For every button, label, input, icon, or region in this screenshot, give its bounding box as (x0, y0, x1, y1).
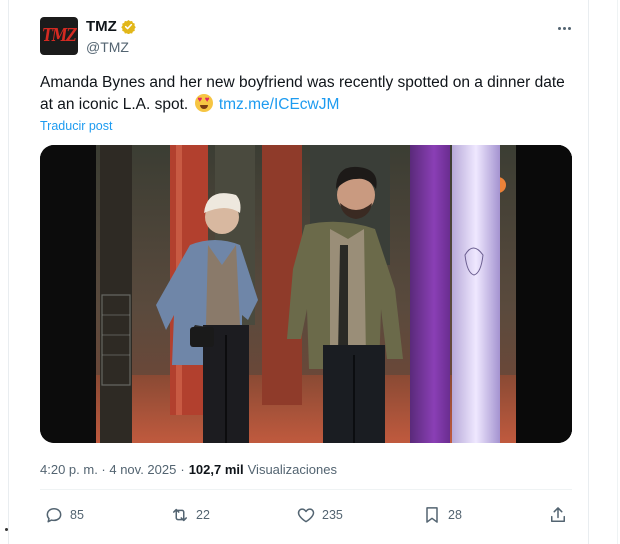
repost-button[interactable]: 22 (170, 505, 210, 525)
divider (40, 489, 572, 490)
repost-icon (173, 508, 187, 522)
handle[interactable]: @TMZ (86, 39, 129, 55)
more-options-icon[interactable] (552, 18, 576, 38)
share-button[interactable] (548, 505, 568, 525)
translate-post-link[interactable]: Traducir post (40, 119, 112, 133)
views-label: Visualizaciones (247, 462, 337, 477)
share-icon (551, 507, 565, 522)
heart-eyes-emoji (194, 94, 213, 112)
verified-badge-icon (121, 19, 136, 34)
stray-dot (5, 528, 8, 531)
reply-icon (46, 508, 62, 523)
timestamp[interactable]: 4:20 p. m. · 4 nov. 2025 (40, 462, 176, 477)
bookmark-count: 28 (448, 508, 462, 522)
like-button[interactable]: 235 (296, 505, 343, 525)
meta-separator: · (180, 462, 185, 477)
author-name-row: TMZ (86, 18, 136, 35)
action-bar: 85 22 235 28 (40, 505, 572, 529)
right-divider (588, 0, 589, 544)
repost-count: 22 (196, 508, 210, 522)
photo-scene (40, 145, 572, 443)
tweet-text: Amanda Bynes and her new boyfriend was r… (40, 72, 570, 116)
views-count: 102,7 mil (188, 462, 244, 477)
far-right-divider (617, 0, 618, 544)
left-divider (8, 0, 9, 544)
tweet-meta: 4:20 p. m. · 4 nov. 2025 · 102,7 mil Vis… (40, 462, 337, 477)
avatar-logo: TMZ (42, 26, 76, 46)
tweet: TMZ TMZ @TMZ Amanda Bynes and her new bo… (24, 0, 584, 544)
tweet-link[interactable]: tmz.me/ICEcwJM (219, 96, 340, 113)
display-name[interactable]: TMZ (86, 18, 117, 35)
bookmark-icon (426, 507, 438, 523)
reply-button[interactable]: 85 (44, 505, 84, 525)
tweet-photo[interactable] (40, 145, 572, 443)
bookmark-button[interactable]: 28 (422, 505, 462, 525)
avatar[interactable]: TMZ (40, 17, 78, 55)
heart-icon (297, 508, 315, 523)
like-count: 235 (322, 508, 343, 522)
reply-count: 85 (70, 508, 84, 522)
